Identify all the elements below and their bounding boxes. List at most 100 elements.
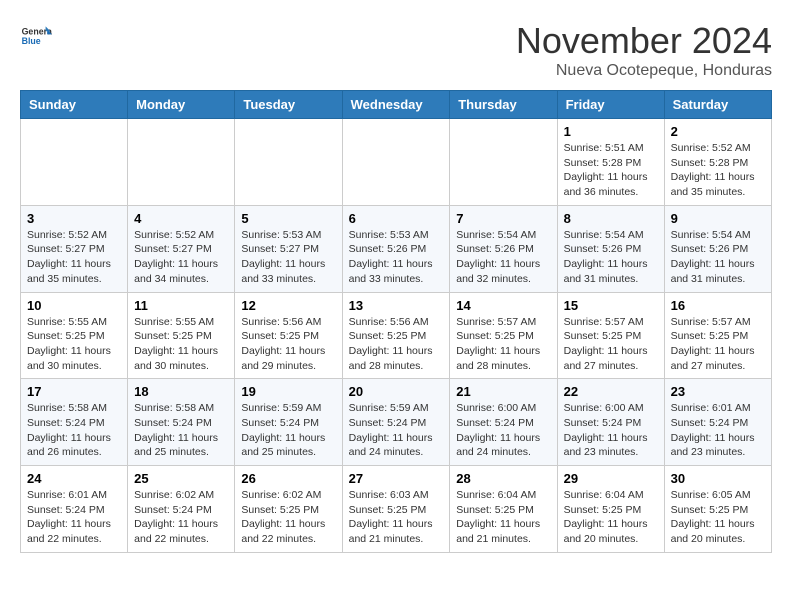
calendar-cell: 14 Sunrise: 5:57 AM Sunset: 5:25 PM Dayli… — [450, 292, 557, 379]
day-info: Sunrise: 6:04 AM Sunset: 5:25 PM Dayligh… — [456, 488, 550, 547]
day-info: Sunrise: 5:52 AM Sunset: 5:27 PM Dayligh… — [27, 228, 121, 287]
day-number: 17 — [27, 384, 121, 399]
day-info: Sunrise: 6:01 AM Sunset: 5:24 PM Dayligh… — [27, 488, 121, 547]
logo-icon: General Blue — [20, 20, 52, 52]
day-info: Sunrise: 6:04 AM Sunset: 5:25 PM Dayligh… — [564, 488, 658, 547]
day-number: 3 — [27, 211, 121, 226]
calendar-cell: 26 Sunrise: 6:02 AM Sunset: 5:25 PM Dayli… — [235, 466, 342, 553]
day-number: 10 — [27, 298, 121, 313]
day-number: 30 — [671, 471, 765, 486]
calendar-table: SundayMondayTuesdayWednesdayThursdayFrid… — [20, 90, 772, 553]
day-info: Sunrise: 5:55 AM Sunset: 5:25 PM Dayligh… — [134, 315, 228, 374]
day-number: 8 — [564, 211, 658, 226]
page-header: General Blue November 2024 Nueva Ocotepe… — [20, 20, 772, 80]
calendar-week-1: 1Sunrise: 5:51 AM Sunset: 5:28 PM Daylig… — [21, 119, 772, 206]
calendar-cell: 29 Sunrise: 6:04 AM Sunset: 5:25 PM Dayli… — [557, 466, 664, 553]
day-info: Sunrise: 5:59 AM Sunset: 5:24 PM Dayligh… — [241, 401, 335, 460]
calendar-cell: 24 Sunrise: 6:01 AM Sunset: 5:24 PM Dayli… — [21, 466, 128, 553]
day-info: Sunrise: 5:52 AM Sunset: 5:27 PM Dayligh… — [134, 228, 228, 287]
day-number: 14 — [456, 298, 550, 313]
day-info: Sunrise: 6:00 AM Sunset: 5:24 PM Dayligh… — [564, 401, 658, 460]
day-info: Sunrise: 6:00 AM Sunset: 5:24 PM Dayligh… — [456, 401, 550, 460]
calendar-week-4: 17 Sunrise: 5:58 AM Sunset: 5:24 PM Dayli… — [21, 379, 772, 466]
calendar-cell: 17 Sunrise: 5:58 AM Sunset: 5:24 PM Dayli… — [21, 379, 128, 466]
day-number: 13 — [349, 298, 444, 313]
calendar-week-2: 3 Sunrise: 5:52 AM Sunset: 5:27 PM Daylig… — [21, 205, 772, 292]
day-number: 5 — [241, 211, 335, 226]
calendar-cell: 12 Sunrise: 5:56 AM Sunset: 5:25 PM Dayli… — [235, 292, 342, 379]
day-number: 28 — [456, 471, 550, 486]
day-number: 24 — [27, 471, 121, 486]
calendar-cell: 18 Sunrise: 5:58 AM Sunset: 5:24 PM Dayli… — [128, 379, 235, 466]
day-number: 12 — [241, 298, 335, 313]
calendar-cell: 3 Sunrise: 5:52 AM Sunset: 5:27 PM Daylig… — [21, 205, 128, 292]
day-info: Sunrise: 5:57 AM Sunset: 5:25 PM Dayligh… — [456, 315, 550, 374]
day-info: Sunrise: 5:55 AM Sunset: 5:25 PM Dayligh… — [27, 315, 121, 374]
day-number: 26 — [241, 471, 335, 486]
calendar-cell: 25 Sunrise: 6:02 AM Sunset: 5:24 PM Dayli… — [128, 466, 235, 553]
calendar-cell: 15Sunrise: 5:57 AM Sunset: 5:25 PM Dayli… — [557, 292, 664, 379]
day-info: Sunrise: 6:02 AM Sunset: 5:25 PM Dayligh… — [241, 488, 335, 547]
title-block: November 2024 Nueva Ocotepeque, Honduras — [516, 20, 772, 80]
day-info: Sunrise: 5:56 AM Sunset: 5:25 PM Dayligh… — [241, 315, 335, 374]
calendar-cell: 19 Sunrise: 5:59 AM Sunset: 5:24 PM Dayli… — [235, 379, 342, 466]
day-number: 6 — [349, 211, 444, 226]
day-info: Sunrise: 5:57 AM Sunset: 5:25 PM Dayligh… — [564, 315, 658, 374]
day-info: Sunrise: 5:53 AM Sunset: 5:27 PM Dayligh… — [241, 228, 335, 287]
calendar-header-wednesday: Wednesday — [342, 91, 450, 119]
calendar-header-saturday: Saturday — [664, 91, 771, 119]
calendar-cell: 1Sunrise: 5:51 AM Sunset: 5:28 PM Daylig… — [557, 119, 664, 206]
calendar-cell: 6 Sunrise: 5:53 AM Sunset: 5:26 PM Daylig… — [342, 205, 450, 292]
location: Nueva Ocotepeque, Honduras — [516, 62, 772, 80]
day-number: 21 — [456, 384, 550, 399]
day-info: Sunrise: 5:53 AM Sunset: 5:26 PM Dayligh… — [349, 228, 444, 287]
calendar-cell: 13 Sunrise: 5:56 AM Sunset: 5:25 PM Dayli… — [342, 292, 450, 379]
calendar-cell: 8 Sunrise: 5:54 AM Sunset: 5:26 PM Daylig… — [557, 205, 664, 292]
day-info: Sunrise: 5:57 AM Sunset: 5:25 PM Dayligh… — [671, 315, 765, 374]
calendar-cell: 10 Sunrise: 5:55 AM Sunset: 5:25 PM Dayli… — [21, 292, 128, 379]
calendar-cell: 30 Sunrise: 6:05 AM Sunset: 5:25 PM Dayli… — [664, 466, 771, 553]
day-number: 19 — [241, 384, 335, 399]
day-info: Sunrise: 6:05 AM Sunset: 5:25 PM Dayligh… — [671, 488, 765, 547]
calendar-cell — [235, 119, 342, 206]
day-number: 2 — [671, 124, 765, 139]
day-info: Sunrise: 5:56 AM Sunset: 5:25 PM Dayligh… — [349, 315, 444, 374]
calendar-cell: 2 Sunrise: 5:52 AM Sunset: 5:28 PM Daylig… — [664, 119, 771, 206]
day-number: 16 — [671, 298, 765, 313]
day-number: 4 — [134, 211, 228, 226]
calendar-cell: 28 Sunrise: 6:04 AM Sunset: 5:25 PM Dayli… — [450, 466, 557, 553]
day-number: 29 — [564, 471, 658, 486]
calendar-header-thursday: Thursday — [450, 91, 557, 119]
calendar-cell: 16 Sunrise: 5:57 AM Sunset: 5:25 PM Dayli… — [664, 292, 771, 379]
calendar-cell: 20 Sunrise: 5:59 AM Sunset: 5:24 PM Dayli… — [342, 379, 450, 466]
day-info: Sunrise: 5:58 AM Sunset: 5:24 PM Dayligh… — [134, 401, 228, 460]
calendar-cell — [342, 119, 450, 206]
calendar-cell: 21 Sunrise: 6:00 AM Sunset: 5:24 PM Dayli… — [450, 379, 557, 466]
day-number: 20 — [349, 384, 444, 399]
day-number: 18 — [134, 384, 228, 399]
day-number: 7 — [456, 211, 550, 226]
day-info: Sunrise: 5:58 AM Sunset: 5:24 PM Dayligh… — [27, 401, 121, 460]
calendar-cell: 4 Sunrise: 5:52 AM Sunset: 5:27 PM Daylig… — [128, 205, 235, 292]
day-number: 11 — [134, 298, 228, 313]
calendar-header-friday: Friday — [557, 91, 664, 119]
day-number: 9 — [671, 211, 765, 226]
calendar-header-monday: Monday — [128, 91, 235, 119]
day-info: Sunrise: 6:02 AM Sunset: 5:24 PM Dayligh… — [134, 488, 228, 547]
day-number: 25 — [134, 471, 228, 486]
calendar-cell — [21, 119, 128, 206]
day-info: Sunrise: 5:59 AM Sunset: 5:24 PM Dayligh… — [349, 401, 444, 460]
calendar-cell: 5 Sunrise: 5:53 AM Sunset: 5:27 PM Daylig… — [235, 205, 342, 292]
day-info: Sunrise: 5:51 AM Sunset: 5:28 PM Dayligh… — [564, 141, 658, 200]
month-title: November 2024 — [516, 20, 772, 62]
day-info: Sunrise: 5:52 AM Sunset: 5:28 PM Dayligh… — [671, 141, 765, 200]
svg-text:Blue: Blue — [22, 36, 41, 46]
day-number: 23 — [671, 384, 765, 399]
day-info: Sunrise: 5:54 AM Sunset: 5:26 PM Dayligh… — [671, 228, 765, 287]
calendar-cell: 11 Sunrise: 5:55 AM Sunset: 5:25 PM Dayli… — [128, 292, 235, 379]
calendar-week-5: 24 Sunrise: 6:01 AM Sunset: 5:24 PM Dayli… — [21, 466, 772, 553]
calendar-week-3: 10 Sunrise: 5:55 AM Sunset: 5:25 PM Dayli… — [21, 292, 772, 379]
calendar-header-row: SundayMondayTuesdayWednesdayThursdayFrid… — [21, 91, 772, 119]
day-info: Sunrise: 5:54 AM Sunset: 5:26 PM Dayligh… — [564, 228, 658, 287]
calendar-cell: 23Sunrise: 6:01 AM Sunset: 5:24 PM Dayli… — [664, 379, 771, 466]
